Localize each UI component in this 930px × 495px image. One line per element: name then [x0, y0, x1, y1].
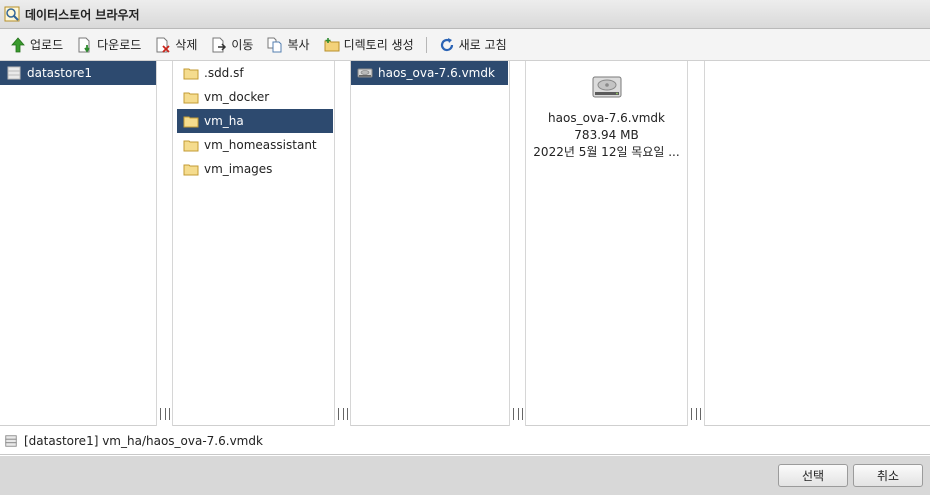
copy-button[interactable]: 복사 — [263, 33, 313, 57]
cancel-button[interactable]: 취소 — [853, 464, 923, 487]
datastore-name: datastore1 — [27, 66, 93, 80]
column-resizer[interactable] — [335, 61, 351, 426]
folder-name: vm_homeassistant — [204, 138, 317, 152]
move-label: 이동 — [231, 38, 254, 52]
resize-grip-icon — [160, 408, 170, 420]
folder-item[interactable]: vm_homeassistant — [177, 133, 333, 157]
disk-file-icon — [357, 68, 373, 78]
move-icon — [212, 37, 227, 52]
folder-item[interactable]: vm_images — [177, 157, 333, 181]
column-resizer[interactable] — [157, 61, 173, 426]
column-resizer[interactable] — [510, 61, 526, 426]
resize-grip-icon — [513, 408, 523, 420]
path-bar: [datastore1] vm_ha/haos_ova-7.6.vmdk — [0, 427, 930, 455]
folder-item[interactable]: vm_ha — [177, 109, 333, 133]
download-icon — [78, 37, 90, 53]
download-label: 다운로드 — [97, 38, 142, 52]
file-preview: haos_ova-7.6.vmdk 783.94 MB 2022년 5월 12일… — [526, 61, 688, 426]
delete-button[interactable]: 삭제 — [151, 33, 201, 57]
datastore-icon — [5, 434, 17, 447]
datastore-item[interactable]: datastore1 — [0, 61, 156, 85]
upload-arrow-icon — [11, 36, 25, 52]
file-column[interactable]: haos_ova-7.6.vmdk — [351, 61, 510, 426]
refresh-icon — [440, 37, 453, 51]
folder-item[interactable]: vm_docker — [177, 85, 333, 109]
folder-icon — [183, 140, 199, 152]
copy-icon — [267, 37, 282, 52]
folder-name: vm_ha — [204, 114, 244, 128]
column-browser: datastore1 .sdd.sf vm_docker vm_ha vm_ho… — [0, 61, 930, 426]
toolbar: 업로드 다운로드 삭제 이동 복사 디렉토리 생성 새로 고침 — [0, 29, 930, 61]
virtual-disk-icon — [592, 76, 621, 98]
select-button[interactable]: 선택 — [778, 464, 848, 487]
selected-path: [datastore1] vm_ha/haos_ova-7.6.vmdk — [24, 433, 263, 448]
column-resizer[interactable] — [688, 61, 705, 426]
datastore-icon — [7, 66, 21, 80]
refresh-label: 새로 고침 — [458, 38, 507, 52]
folder-name: vm_images — [204, 162, 273, 176]
upload-label: 업로드 — [30, 38, 64, 52]
folder-icon — [183, 116, 199, 128]
refresh-button[interactable]: 새로 고침 — [435, 33, 511, 57]
preview-file-size: 783.94 MB — [574, 128, 639, 142]
copy-label: 복사 — [287, 38, 310, 52]
folder-icon — [183, 92, 199, 104]
toolbar-divider — [425, 36, 427, 53]
datastore-column[interactable]: datastore1 — [0, 61, 157, 426]
delete-label: 삭제 — [175, 38, 198, 52]
folder-item[interactable]: .sdd.sf — [177, 61, 333, 85]
folder-name: vm_docker — [204, 90, 270, 104]
dialog-footer: 선택 취소 — [0, 456, 930, 495]
file-item[interactable]: haos_ova-7.6.vmdk — [351, 61, 508, 85]
datastore-browser-icon — [4, 6, 20, 22]
preview-file-name: haos_ova-7.6.vmdk — [548, 111, 665, 125]
folder-icon — [183, 68, 199, 80]
resize-grip-icon — [691, 408, 701, 420]
folder-column[interactable]: .sdd.sf vm_docker vm_ha vm_homeassistant… — [173, 61, 335, 426]
create-directory-button[interactable]: 디렉토리 생성 — [320, 33, 418, 57]
empty-column — [705, 61, 930, 426]
move-button[interactable]: 이동 — [207, 33, 257, 57]
download-button[interactable]: 다운로드 — [73, 33, 145, 57]
upload-button[interactable]: 업로드 — [6, 33, 67, 57]
window-title: 데이터스토어 브라우저 — [25, 7, 140, 22]
folder-icon — [183, 164, 199, 176]
resize-grip-icon — [338, 408, 348, 420]
delete-icon — [156, 37, 170, 53]
title-bar: 데이터스토어 브라우저 — [0, 0, 930, 29]
file-name: haos_ova-7.6.vmdk — [378, 66, 495, 80]
new-folder-icon — [324, 37, 340, 51]
create-directory-label: 디렉토리 생성 — [343, 38, 414, 52]
preview-file-date: 2022년 5월 12일 목요일 ... — [533, 145, 680, 159]
folder-name: .sdd.sf — [204, 66, 244, 80]
